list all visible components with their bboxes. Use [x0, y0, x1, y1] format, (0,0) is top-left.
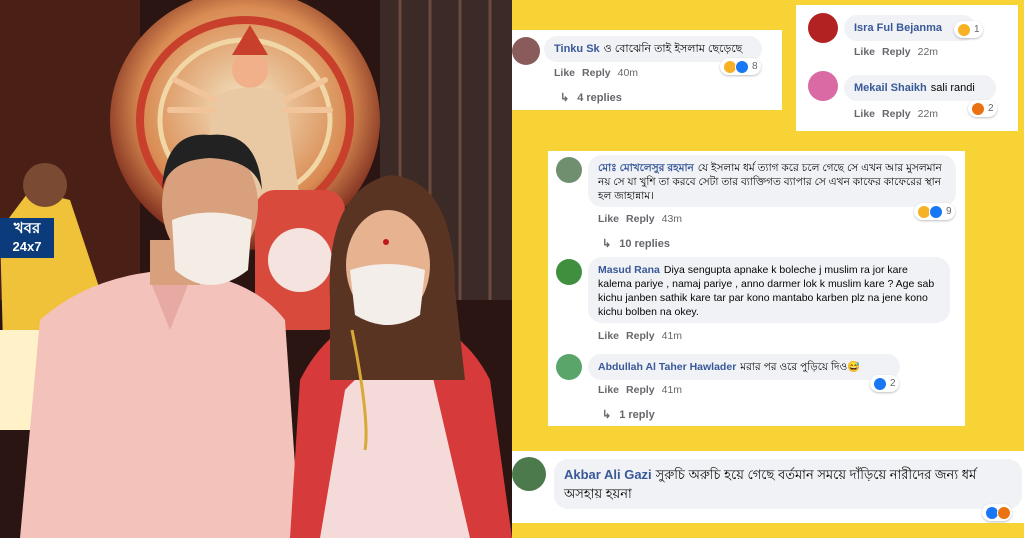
reaction-count[interactable]: 2: [968, 100, 997, 117]
like-link[interactable]: Like: [598, 330, 619, 342]
avatar[interactable]: [556, 157, 582, 183]
angry-reaction-icon: [997, 505, 1011, 520]
reply-arrow-icon: ↳: [560, 92, 570, 104]
reply-arrow-icon: ↳: [602, 238, 612, 250]
like-link[interactable]: Like: [854, 108, 875, 120]
reaction-number: 2: [890, 378, 896, 389]
comment-text: sali randi: [930, 82, 975, 94]
comment-bubble: Mekail Shaikh sali randi: [844, 75, 996, 101]
replies-count: 1 reply: [619, 409, 655, 421]
timestamp: 43m: [661, 213, 683, 225]
comment-card-akbar: Akbar Ali Gazi সুরুচি অরুচি হয়ে গেছে বর্…: [512, 451, 1024, 523]
like-link[interactable]: Like: [554, 67, 575, 79]
comment-text: ও বোঝেনি তাই ইসলাম ছেড়েছে: [603, 43, 743, 55]
comment-actions: Like Reply 22m: [854, 46, 945, 58]
avatar[interactable]: [556, 354, 582, 380]
reaction-count[interactable]: 9: [914, 203, 955, 220]
reply-link[interactable]: Reply: [626, 384, 655, 396]
view-replies-link[interactable]: ↳ 1 reply: [602, 408, 655, 421]
comment-actions: Like Reply 41m: [598, 330, 689, 342]
reaction-number: 9: [946, 206, 952, 217]
haha-reaction-icon: [957, 22, 971, 37]
comment-bubble: Akbar Ali Gazi সুরুচি অরুচি হয়ে গেছে বর্…: [554, 459, 1022, 509]
reply-link[interactable]: Reply: [626, 213, 655, 225]
avatar[interactable]: [556, 259, 582, 285]
timestamp: 41m: [661, 384, 683, 396]
comment-actions: Like Reply 22m: [854, 108, 945, 120]
reply-link[interactable]: Reply: [882, 46, 911, 58]
reaction-count[interactable]: 2: [870, 375, 899, 392]
view-replies-link[interactable]: ↳ 10 replies: [602, 237, 670, 250]
reply-link[interactable]: Reply: [626, 330, 655, 342]
view-replies-link[interactable]: ↳ 4 replies: [560, 91, 622, 104]
replies-count: 10 replies: [619, 238, 670, 250]
avatar[interactable]: [808, 71, 838, 101]
comment-card-thread: মোঃ মোখলেসুর রহমান যে ইসলাম ধর্ম ত্যাগ কর…: [548, 151, 965, 426]
commenter-name[interactable]: Mekail Shaikh: [854, 82, 927, 94]
comment-actions: Like Reply 41m: [598, 384, 689, 396]
like-reaction-icon: [735, 59, 749, 74]
comment-card-isra-mekail: Isra Ful Bejanma 1 Like Reply 22m Mekail S…: [796, 5, 1018, 131]
comment-actions: Like Reply 40m: [554, 67, 645, 79]
timestamp: 22m: [917, 108, 939, 120]
commenter-name[interactable]: Abdullah Al Taher Hawlader: [598, 361, 736, 373]
like-reaction-icon: [873, 376, 887, 391]
comment-card-tinku: Tinku Sk ও বোঝেনি তাই ইসলাম ছেড়েছে 8 Lik…: [512, 30, 782, 110]
reaction-count[interactable]: [982, 504, 1012, 521]
reaction-number: 8: [752, 61, 758, 72]
logo-text-line2: 24x7: [12, 239, 42, 254]
like-link[interactable]: Like: [854, 46, 875, 58]
timestamp: 40m: [617, 67, 639, 79]
avatar[interactable]: [512, 457, 546, 491]
reply-arrow-icon: ↳: [602, 409, 612, 421]
comment-bubble: Abdullah Al Taher Hawlader মরার পর ওরে পু…: [588, 354, 900, 380]
commenter-name[interactable]: মোঃ মোখলেসুর রহমান: [598, 162, 694, 174]
logo-text-line1: খবর: [13, 220, 41, 237]
reaction-number: 1: [974, 24, 980, 35]
reply-link[interactable]: Reply: [882, 108, 911, 120]
reaction-count[interactable]: 1: [954, 21, 983, 38]
replies-count: 4 replies: [577, 92, 622, 104]
couple-photo: খবর 24x7: [0, 0, 512, 538]
avatar[interactable]: [808, 13, 838, 43]
like-reaction-icon: [929, 204, 943, 219]
commenter-name[interactable]: Tinku Sk: [554, 43, 600, 55]
comment-bubble: Masud Rana Diya sengupta apnake k boleche…: [588, 257, 950, 323]
timestamp: 41m: [661, 330, 683, 342]
reply-link[interactable]: Reply: [582, 67, 611, 79]
khobor-logo: খবর 24x7: [0, 218, 54, 258]
comment-text: মরার পর ওরে পুড়িয়ে দিও😅: [740, 361, 861, 373]
avatar[interactable]: [512, 37, 540, 65]
reaction-count[interactable]: 8: [720, 58, 761, 75]
comment-bubble: মোঃ মোখলেসুর রহমান যে ইসলাম ধর্ম ত্যাগ কর…: [588, 155, 956, 207]
timestamp: 22m: [917, 46, 939, 58]
comments-collage: Tinku Sk ও বোঝেনি তাই ইসলাম ছেড়েছে 8 Lik…: [512, 0, 1024, 538]
commenter-name[interactable]: Isra Ful Bejanma: [854, 22, 942, 34]
like-link[interactable]: Like: [598, 213, 619, 225]
commenter-name[interactable]: Masud Rana: [598, 264, 660, 276]
commenter-name[interactable]: Akbar Ali Gazi: [564, 467, 652, 482]
reaction-number: 2: [988, 103, 994, 114]
photo-illustration: [0, 0, 512, 538]
angry-reaction-icon: [971, 101, 985, 116]
like-link[interactable]: Like: [598, 384, 619, 396]
comment-actions: Like Reply 43m: [598, 213, 689, 225]
